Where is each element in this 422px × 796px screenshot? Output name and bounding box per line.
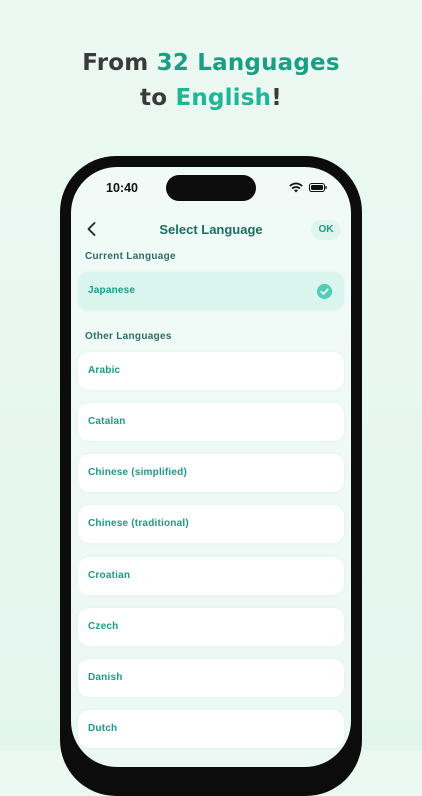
language-row-catalan[interactable]: Catalan bbox=[78, 403, 344, 441]
headline-accent-2: English bbox=[175, 85, 272, 111]
headline-accent-1: 32 Languages bbox=[156, 50, 340, 76]
ok-button[interactable]: OK bbox=[311, 220, 341, 240]
language-row-arabic[interactable]: Arabic bbox=[78, 352, 344, 390]
language-name: Dutch bbox=[88, 723, 118, 734]
nav-bar: Select Language OK bbox=[71, 213, 351, 247]
dynamic-island bbox=[166, 175, 256, 201]
language-name: Chinese (traditional) bbox=[88, 518, 189, 529]
language-row-chinese-traditional[interactable]: Chinese (traditional) bbox=[78, 505, 344, 543]
language-row-chinese-simplified[interactable]: Chinese (simplified) bbox=[78, 454, 344, 492]
language-name: Czech bbox=[88, 621, 119, 632]
page-title: Select Language bbox=[159, 222, 263, 237]
current-language-name: Japanese bbox=[88, 285, 136, 296]
language-row-czech[interactable]: Czech bbox=[78, 608, 344, 646]
headline: From 32 Languages to English! bbox=[0, 46, 422, 116]
language-name: Chinese (simplified) bbox=[88, 467, 188, 478]
language-row-dutch[interactable]: Dutch bbox=[78, 710, 344, 748]
check-circle-icon bbox=[317, 284, 332, 299]
language-name: Catalan bbox=[88, 416, 126, 427]
headline-line-1: From 32 Languages bbox=[0, 46, 422, 81]
headline-line-2: to English! bbox=[0, 81, 422, 116]
battery-icon bbox=[309, 183, 327, 192]
language-name: Danish bbox=[88, 672, 123, 683]
headline-suffix-2: ! bbox=[271, 85, 282, 111]
status-bar: 10:40 bbox=[71, 167, 351, 211]
headline-prefix-1: From bbox=[82, 50, 157, 76]
current-language-label: Current Language bbox=[85, 251, 176, 262]
wifi-icon bbox=[289, 182, 303, 193]
language-name: Croatian bbox=[88, 570, 131, 581]
current-language-row[interactable]: Japanese bbox=[78, 272, 344, 310]
language-row-danish[interactable]: Danish bbox=[78, 659, 344, 697]
status-time: 10:40 bbox=[106, 181, 138, 195]
language-name: Arabic bbox=[88, 365, 121, 376]
language-row-croatian[interactable]: Croatian bbox=[78, 557, 344, 595]
headline-prefix-2: to bbox=[140, 85, 176, 111]
other-languages-label: Other Languages bbox=[85, 331, 172, 342]
phone-screen: 10:40 Select Language OK Current Languag… bbox=[71, 167, 351, 767]
